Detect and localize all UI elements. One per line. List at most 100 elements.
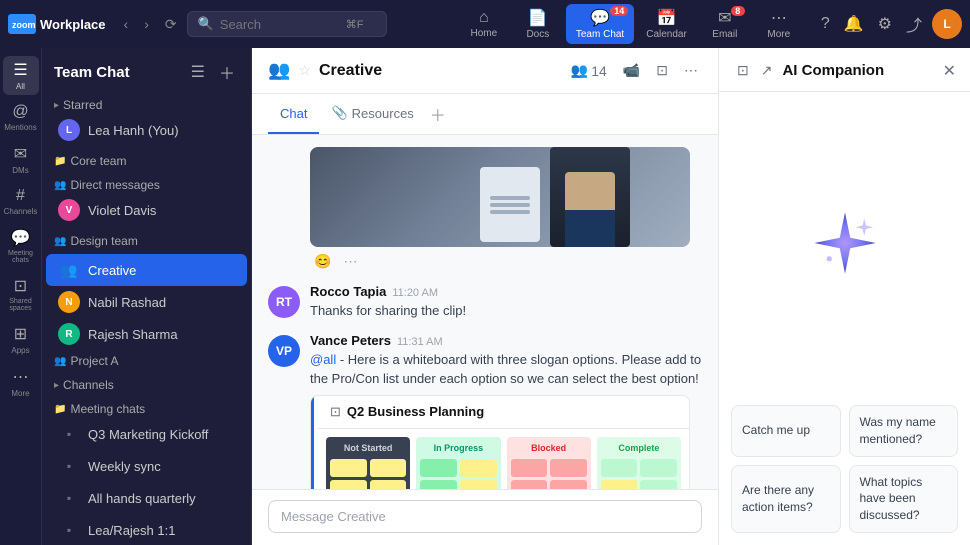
design-team-header[interactable]: 👥 Design team	[42, 230, 251, 250]
lea-hanh-label: Lea Hanh (You)	[88, 123, 235, 138]
image-message: 😊 ⋯	[268, 147, 702, 272]
sidebar-icon-channels[interactable]: # Channels	[3, 183, 39, 220]
nav-docs-label: Docs	[526, 29, 549, 40]
nav-item-calendar[interactable]: 📅 Calendar	[636, 4, 697, 44]
chat-tabs: Chat 📎 Resources ＋	[252, 94, 718, 135]
add-tab-button[interactable]: ＋	[426, 94, 450, 134]
channels-header[interactable]: ▸ Channels	[42, 374, 251, 394]
vance-avatar: VP	[268, 335, 300, 367]
mentions-icon: @	[12, 103, 28, 121]
window-button[interactable]: ⊡	[652, 58, 672, 83]
nav-item-team-chat[interactable]: 14 💬 Team Chat	[566, 4, 634, 44]
nav-item-home[interactable]: ⌂ Home	[458, 5, 510, 43]
app-logo[interactable]: zoom Workplace	[8, 14, 106, 34]
chat-item-lea-hanh[interactable]: L Lea Hanh (You)	[46, 114, 247, 146]
search-shortcut-label: ⌘F	[346, 18, 364, 31]
nav-item-docs[interactable]: 📄 Docs	[512, 4, 564, 44]
left-panel-header: Team Chat ☰ ＋	[42, 48, 251, 94]
nav-back-button[interactable]: ‹	[118, 12, 135, 36]
whiteboard-icon: ⊡	[330, 404, 341, 420]
sidebar-icon-apps[interactable]: ⊞ Apps	[3, 320, 39, 359]
search-input[interactable]	[220, 17, 340, 32]
group2-icon: 👥	[54, 356, 66, 367]
sidebar-icon-mentions[interactable]: @ Mentions	[3, 99, 39, 136]
video-button[interactable]: 📹	[619, 58, 644, 83]
notifications-button[interactable]: 🔔	[840, 10, 868, 38]
lea-rajesh-label: Lea/Rajesh 1:1	[88, 523, 235, 538]
chat-header-actions: 👥 14 📹 ⊡ ⋯	[567, 58, 702, 83]
ai-popout-button[interactable]: ↗	[757, 60, 777, 81]
emoji-react-button[interactable]: 😊	[310, 251, 335, 272]
channels-section: ▸ Channels	[42, 374, 251, 394]
member-count-button[interactable]: 👥 14	[567, 58, 611, 83]
lea-hanh-avatar: L	[58, 119, 80, 141]
chat-item-rajesh[interactable]: R Rajesh Sharma	[46, 318, 247, 350]
search-bar[interactable]: 🔍 ⌘F	[187, 11, 387, 37]
shared-image	[310, 147, 690, 247]
project-a-header[interactable]: 👥 Project A	[42, 350, 251, 370]
rocco-avatar: RT	[268, 286, 300, 318]
channels-hash-icon: ▸	[54, 380, 59, 391]
chat-item-q3-marketing[interactable]: ▪ Q3 Marketing Kickoff	[46, 418, 247, 450]
starred-section: ▸ Starred L Lea Hanh (You)	[42, 94, 251, 146]
chat-item-nabil[interactable]: N Nabil Rashad	[46, 286, 247, 318]
direct-messages-header[interactable]: 👥 Direct messages	[42, 174, 251, 194]
meeting-chats-header[interactable]: 📁 Meeting chats	[42, 398, 251, 418]
kanban-card	[330, 480, 367, 490]
top-nav: zoom Workplace ‹ › ⟳ 🔍 ⌘F ⌂ Home 📄 Docs …	[0, 0, 970, 48]
sidebar-icon-dms[interactable]: ✉ DMs	[3, 140, 39, 179]
core-team-section: 📁 Core team	[42, 150, 251, 170]
user-avatar[interactable]: L	[932, 9, 962, 39]
chat-item-violet-davis[interactable]: V Violet Davis	[46, 194, 247, 226]
zoom-logo-icon: zoom	[8, 14, 36, 34]
settings-button[interactable]: ⚙	[874, 10, 896, 38]
blocked-cards	[511, 459, 587, 490]
chat-item-creative[interactable]: 👥 Creative	[46, 254, 247, 286]
panel-filter-button[interactable]: ☰	[187, 60, 209, 84]
ai-suggestion-name-mentioned[interactable]: Was my name mentioned?	[849, 405, 959, 457]
team-chat-icon: 💬	[590, 8, 610, 28]
sidebar-icon-meeting-chats[interactable]: 💬 Meeting chats	[3, 224, 39, 268]
more-options-button[interactable]: ⋯	[680, 58, 702, 83]
ai-suggestion-action-items[interactable]: Are there any action items?	[731, 465, 841, 533]
starred-section-header[interactable]: ▸ Starred	[42, 94, 251, 114]
chat-item-weekly-sync[interactable]: ▪ Weekly sync	[46, 450, 247, 482]
project-a-section: 👥 Project A	[42, 350, 251, 370]
left-panel-scroll: ▸ Starred L Lea Hanh (You) 📁 Core team 👥	[42, 94, 251, 545]
sidebar-icon-more[interactable]: ⋯ More	[3, 363, 39, 402]
message-input[interactable]	[281, 509, 689, 524]
ai-suggestion-catch-up[interactable]: Catch me up	[731, 405, 841, 457]
in-progress-cards	[420, 459, 496, 490]
ai-companion-panel: ⊡ ↗ AI Companion ✕	[718, 48, 970, 545]
chat-item-all-hands[interactable]: ▪ All hands quarterly	[46, 482, 247, 514]
nav-item-email[interactable]: 8 ✉ Email	[699, 4, 751, 44]
tab-chat[interactable]: Chat	[268, 94, 319, 134]
rajesh-avatar: R	[58, 323, 80, 345]
nav-history-button[interactable]: ⟳	[159, 12, 183, 37]
sidebar-more-label: More	[11, 389, 29, 398]
help-button[interactable]: ?	[817, 11, 834, 37]
all-icon: ☰	[13, 60, 27, 80]
ai-suggestion-topics-discussed[interactable]: What topics have been discussed?	[849, 465, 959, 533]
ai-expand-button[interactable]: ⊡	[733, 60, 753, 81]
panel-add-button[interactable]: ＋	[215, 58, 239, 86]
nav-forward-button[interactable]: ›	[138, 12, 155, 36]
screen-share-button[interactable]: ⤴	[902, 8, 926, 40]
nav-item-more[interactable]: ⋯ More	[753, 4, 805, 44]
core-team-header[interactable]: 📁 Core team	[42, 150, 251, 170]
sidebar-icon-shared-spaces[interactable]: ⊡ Shared spaces	[3, 272, 39, 316]
sidebar-icon-all[interactable]: ☰ All	[3, 56, 39, 95]
sidebar-channels-label: Channels	[4, 207, 38, 216]
tab-resources[interactable]: 📎 Resources	[319, 94, 425, 134]
members-icon: 👥	[571, 62, 588, 79]
design-team-section: 👥 Design team	[42, 230, 251, 250]
chat-main: 👥 ☆ Creative 👥 14 📹 ⊡ ⋯	[252, 48, 718, 545]
kanban-board: Not Started	[326, 437, 681, 490]
image-more-button[interactable]: ⋯	[339, 251, 361, 272]
channel-star-icon[interactable]: ☆	[298, 62, 311, 79]
not-started-label: Not Started	[330, 441, 406, 455]
chat-item-lea-rajesh[interactable]: ▪ Lea/Rajesh 1:1	[46, 514, 247, 545]
ai-close-button[interactable]: ✕	[943, 61, 956, 81]
search-icon: 🔍	[198, 16, 214, 32]
ai-header-left-actions: ⊡ ↗	[733, 60, 776, 81]
